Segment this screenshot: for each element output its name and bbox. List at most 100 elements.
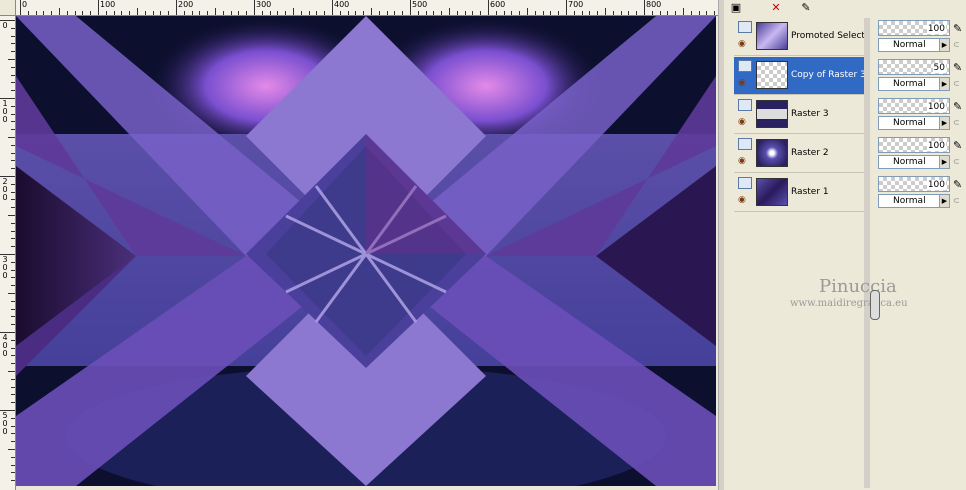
layer-row-raster-1[interactable]: ◉ Raster 1	[734, 174, 866, 212]
ruler-minor-tick	[51, 11, 53, 15]
opacity-field[interactable]: 100	[878, 176, 950, 192]
ruler-minor-tick	[11, 425, 15, 427]
ruler-minor-tick	[66, 11, 68, 15]
visibility-eye-icon[interactable]: ◉	[738, 39, 746, 49]
ruler-minor-tick	[59, 8, 60, 15]
opacity-field[interactable]: 50	[878, 59, 950, 75]
ruler-minor-tick	[386, 11, 388, 15]
visibility-eye-icon[interactable]: ◉	[738, 78, 746, 88]
layer-row-raster-2[interactable]: ◉ Raster 2	[734, 135, 866, 173]
blend-mode-select[interactable]: Normal ▶	[878, 116, 950, 130]
lock-icon[interactable]: ⊂	[953, 79, 960, 88]
lock-icon[interactable]: ⊂	[953, 40, 960, 49]
delete-layer-icon[interactable]: ✕	[768, 0, 784, 14]
ruler-minor-tick	[371, 8, 372, 15]
new-layer-icon[interactable]: ▣	[728, 0, 744, 14]
layer-row-copy-of-raster-3[interactable]: ◉ Copy of Raster 3	[734, 57, 866, 95]
ruler-minor-tick	[168, 11, 170, 15]
blend-mode-select[interactable]: Normal ▶	[878, 194, 950, 208]
blend-mode-select[interactable]: Normal ▶	[878, 38, 950, 52]
ruler-label: 300	[256, 0, 272, 9]
chevron-right-icon[interactable]: ▶	[939, 195, 949, 207]
ruler-label: 3 0 0	[2, 255, 8, 280]
ruler-major-tick	[98, 0, 99, 15]
ruler-minor-tick	[394, 11, 396, 15]
layer-name: Raster 2	[791, 148, 829, 158]
opacity-field[interactable]: 100	[878, 20, 950, 36]
ruler-minor-tick	[11, 183, 15, 185]
ruler-minor-tick	[11, 316, 15, 318]
ruler-minor-tick	[11, 199, 15, 201]
visibility-eye-icon[interactable]: ◉	[738, 156, 746, 166]
ruler-minor-tick	[11, 82, 15, 84]
blend-mode-select[interactable]: Normal ▶	[878, 155, 950, 169]
layer-thumbnail	[756, 61, 788, 89]
ruler-minor-tick	[11, 222, 15, 224]
vertical-ruler: 0 1 0 0 2 0 0 3 0 0 4 0 0 5 0 0	[0, 16, 16, 490]
ruler-minor-tick	[11, 347, 15, 349]
ruler-minor-tick	[11, 417, 15, 419]
ruler-label: 4 0 0	[2, 333, 8, 358]
ruler-minor-tick	[293, 8, 294, 15]
ruler-minor-tick	[324, 11, 326, 15]
ruler-minor-tick	[620, 11, 622, 15]
ruler-minor-tick	[11, 480, 15, 482]
ruler-minor-tick	[11, 378, 15, 380]
ruler-minor-tick	[261, 11, 263, 15]
layer-name: Copy of Raster 3	[791, 70, 866, 80]
ruler-minor-tick	[316, 11, 318, 15]
ruler-minor-tick	[11, 168, 15, 170]
ruler-label: 400	[334, 0, 350, 9]
opacity-value: 100	[926, 24, 946, 34]
ruler-minor-tick	[191, 11, 193, 15]
opacity-field[interactable]: 100	[878, 137, 950, 153]
horizontal-ruler: 0 100 200 300 400 500 600 700 800	[16, 0, 718, 16]
ruler-minor-tick	[683, 8, 684, 15]
opacity-field[interactable]: 100	[878, 98, 950, 114]
image-canvas[interactable]	[16, 16, 716, 486]
edit-icon[interactable]: ✎	[798, 0, 814, 14]
layer-type-icon	[738, 138, 752, 150]
layer-row-raster-3[interactable]: ◉ Raster 3	[734, 96, 866, 134]
ruler-label: 600	[490, 0, 506, 9]
blend-mode-select[interactable]: Normal ▶	[878, 77, 950, 91]
opacity-value: 100	[926, 141, 946, 151]
ruler-minor-tick	[659, 11, 661, 15]
ruler-minor-tick	[11, 261, 15, 263]
chevron-right-icon[interactable]: ▶	[939, 78, 949, 90]
ruler-minor-tick	[612, 11, 614, 15]
pen-icon[interactable]: ✎	[953, 139, 962, 152]
chevron-right-icon[interactable]: ▶	[939, 117, 949, 129]
ruler-minor-tick	[11, 269, 15, 271]
pen-icon[interactable]: ✎	[953, 100, 962, 113]
ruler-minor-tick	[11, 230, 15, 232]
layer-panel-scrollbar[interactable]	[864, 18, 870, 488]
visibility-eye-icon[interactable]: ◉	[738, 117, 746, 127]
ruler-minor-tick	[11, 363, 15, 365]
layer-props-row: 100 Normal ▶ ✎ ⊂	[878, 18, 966, 56]
pen-icon[interactable]: ✎	[953, 178, 962, 191]
visibility-eye-icon[interactable]: ◉	[738, 195, 746, 205]
layer-props-row: 50 Normal ▶ ✎ ⊂	[878, 57, 966, 95]
chevron-right-icon[interactable]: ▶	[939, 39, 949, 51]
lock-icon[interactable]: ⊂	[953, 118, 960, 127]
ruler-minor-tick	[11, 51, 15, 53]
ruler-minor-tick	[35, 11, 37, 15]
pen-icon[interactable]: ✎	[953, 22, 962, 35]
lock-icon[interactable]: ⊂	[953, 196, 960, 205]
pen-icon[interactable]: ✎	[953, 61, 962, 74]
ruler-minor-tick	[105, 11, 107, 15]
ruler-corner	[0, 0, 16, 16]
ruler-label: 800	[646, 0, 662, 9]
ruler-minor-tick	[183, 11, 185, 15]
ruler-minor-tick	[11, 441, 15, 443]
ruler-minor-tick	[464, 11, 466, 15]
ruler-minor-tick	[690, 11, 692, 15]
ruler-minor-tick	[402, 11, 404, 15]
ruler-minor-tick	[425, 11, 427, 15]
lock-icon[interactable]: ⊂	[953, 157, 960, 166]
layer-row-promoted-selection[interactable]: ◉ Promoted Selection	[734, 18, 867, 56]
chevron-right-icon[interactable]: ▶	[939, 156, 949, 168]
ruler-minor-tick	[246, 11, 248, 15]
ruler-minor-tick	[534, 11, 536, 15]
